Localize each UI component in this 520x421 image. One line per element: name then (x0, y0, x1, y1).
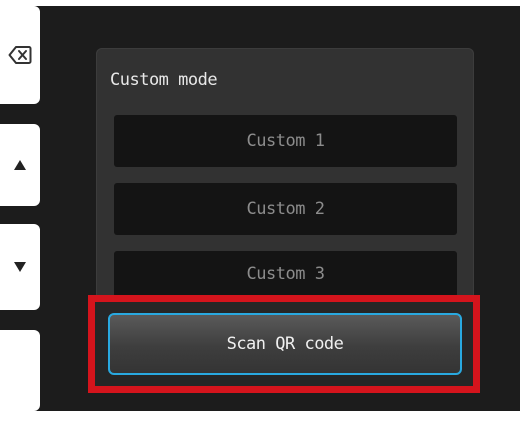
scroll-up-button[interactable] (0, 124, 40, 206)
backspace-icon (8, 45, 32, 65)
custom-1-button[interactable]: Custom 1 (114, 115, 457, 167)
scroll-down-button[interactable] (0, 224, 40, 310)
custom-3-button[interactable]: Custom 3 (114, 251, 457, 297)
arrow-down-icon (14, 262, 26, 272)
side-button-blank[interactable] (0, 330, 40, 411)
arrow-up-icon (14, 160, 26, 170)
panel-title: Custom mode (110, 70, 218, 90)
scan-qr-code-button[interactable]: Scan QR code (108, 313, 462, 375)
back-button[interactable] (0, 6, 40, 104)
bottom-border (0, 411, 520, 421)
custom-2-button[interactable]: Custom 2 (114, 183, 457, 235)
